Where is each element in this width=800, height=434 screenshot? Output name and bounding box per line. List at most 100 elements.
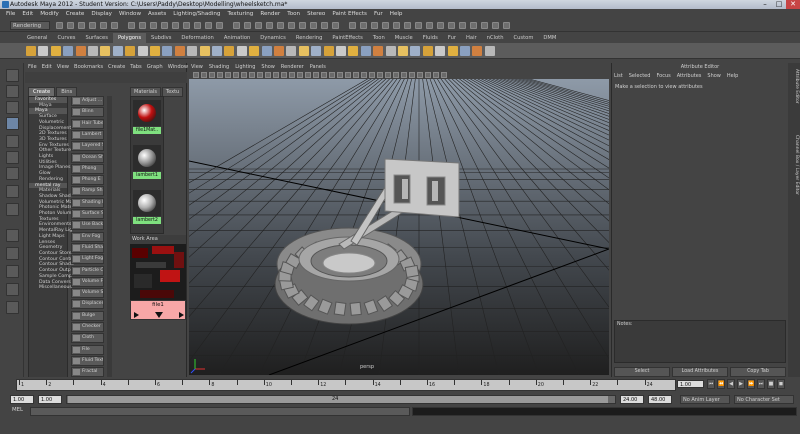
shelf-tool-icon[interactable] (224, 46, 235, 56)
viewport-tool-icon[interactable] (297, 72, 303, 78)
viewport-tool-icon[interactable] (225, 72, 231, 78)
status-tool-icon[interactable] (310, 22, 317, 29)
node-button[interactable]: Shading M (71, 197, 104, 208)
node-button[interactable]: Phong (71, 163, 104, 174)
node-button[interactable]: Layered Sh (71, 141, 104, 152)
shelf-tab-general[interactable]: General (22, 33, 52, 43)
viewport-tool-icon[interactable] (361, 72, 367, 78)
status-tool-icon[interactable] (492, 22, 499, 29)
timeline-bar[interactable]: 1 2 4 6 8 10 12 14 16 18 20 22 24 (16, 379, 676, 391)
status-tool-icon[interactable] (404, 22, 411, 29)
tool-button[interactable] (6, 247, 19, 260)
menu-edit[interactable]: Edit (22, 9, 33, 19)
node-button[interactable]: Env Fog (71, 231, 104, 242)
shelf-tool-icon[interactable] (286, 46, 297, 56)
viewport-tool-icon[interactable] (233, 72, 239, 78)
shelf-tab-subdivs[interactable]: Subdivs (146, 33, 176, 43)
shelf-tool-icon[interactable] (472, 46, 483, 56)
shelf-tool-icon[interactable] (88, 46, 98, 56)
playback-button[interactable]: ⏭ (757, 379, 765, 389)
node-button[interactable]: Adjust ... (71, 96, 104, 106)
menu-painteffects[interactable]: Paint Effects (332, 9, 367, 19)
shelf-tool-icon[interactable] (137, 46, 148, 56)
playback-button[interactable]: ⏩ (747, 379, 755, 389)
status-tool-icon[interactable] (89, 22, 96, 29)
viewport-tool-icon[interactable] (257, 72, 263, 78)
shelf-tool-icon[interactable] (298, 46, 309, 56)
shelf-tab-animation[interactable]: Animation (219, 33, 255, 43)
shelf-tool-icon[interactable] (422, 46, 433, 56)
menu-modify[interactable]: Modify (40, 9, 59, 19)
viewport-tool-icon[interactable] (393, 72, 399, 78)
status-tool-icon[interactable] (139, 22, 146, 29)
attr-menu-selected[interactable]: Selected (629, 72, 651, 81)
shelf-tool-icon[interactable] (38, 46, 49, 56)
viewport-tool-icon[interactable] (433, 72, 439, 78)
file-node[interactable]: file1 (130, 300, 186, 320)
shelf-tab-ncloth[interactable]: nCloth (482, 33, 509, 43)
viewport-tool-icon[interactable] (305, 72, 311, 78)
channel-box-tab[interactable]: Channel Box / Layer Editor (789, 135, 799, 195)
viewport-tool-icon[interactable] (385, 72, 391, 78)
status-tool-icon[interactable] (448, 22, 455, 29)
tool-button[interactable] (6, 117, 19, 130)
viewport-tool-icon[interactable] (417, 72, 423, 78)
node-button[interactable]: Hair Tube (71, 118, 104, 129)
status-tool-icon[interactable] (277, 22, 284, 29)
shelf-tool-icon[interactable] (261, 46, 272, 56)
shelf-tool-icon[interactable] (484, 46, 495, 56)
shelf-tab-deformation[interactable]: Deformation (176, 33, 218, 43)
viewport-tool-icon[interactable] (329, 72, 335, 78)
attr-menu-list[interactable]: List (614, 72, 623, 81)
viewport-tool-icon[interactable] (249, 72, 255, 78)
status-tool-icon[interactable] (205, 22, 212, 29)
status-tool-icon[interactable] (266, 22, 273, 29)
shelf-tab-fur[interactable]: Fur (443, 33, 461, 43)
hypershade-menu-view[interactable]: View (57, 63, 69, 72)
node-button[interactable]: Volume Fog (71, 276, 104, 287)
attr-menu-help[interactable]: Help (727, 72, 738, 81)
viewport-tool-icon[interactable] (409, 72, 415, 78)
tool-button[interactable] (6, 301, 19, 314)
shelf-tool-icon[interactable] (63, 46, 74, 56)
shelf-tab-custom[interactable]: Custom (509, 33, 539, 43)
character-set-dropdown[interactable]: No Character Set (734, 395, 794, 404)
shelf-tool-icon[interactable] (373, 46, 384, 56)
status-tool-icon[interactable] (111, 22, 118, 29)
node-button[interactable]: Bulge (71, 310, 104, 321)
hypershade-menu-edit[interactable]: Edit (42, 63, 52, 72)
node-button[interactable]: Phong E (71, 175, 104, 186)
playback-button[interactable]: ■ (767, 379, 775, 389)
viewport-menu-panels[interactable]: Panels (310, 63, 326, 71)
viewport-menu-view[interactable]: View (191, 63, 203, 71)
node-button[interactable]: Use Backgr (71, 220, 104, 231)
shelf-tab-rendering[interactable]: Rendering (291, 33, 328, 43)
status-tool-icon[interactable] (194, 22, 201, 29)
shelf-tab-toon[interactable]: Toon (368, 33, 390, 43)
hypershade-menu-create[interactable]: Create (108, 63, 125, 72)
status-tool-icon[interactable] (470, 22, 477, 29)
node-button[interactable]: Lambert (71, 129, 104, 140)
tab-textu[interactable]: Textu (161, 87, 184, 97)
menu-toon[interactable]: Toon (287, 9, 300, 19)
status-tool-icon[interactable] (216, 22, 223, 29)
viewport-tool-icon[interactable] (289, 72, 295, 78)
status-tool-icon[interactable] (78, 22, 85, 29)
status-tool-icon[interactable] (349, 22, 356, 29)
viewport-tool-icon[interactable] (377, 72, 383, 78)
viewport-tool-icon[interactable] (281, 72, 287, 78)
shelf-tab-hair[interactable]: Hair (461, 33, 482, 43)
anim-layer-dropdown[interactable]: No Anim Layer (680, 395, 730, 404)
menu-window[interactable]: Window (119, 9, 141, 19)
hypershade-menu-file[interactable]: File (28, 63, 37, 72)
tool-button[interactable] (6, 85, 19, 98)
node-button[interactable]: Surface Sh (71, 209, 104, 219)
shelf-tab-dmm[interactable]: DMM (538, 33, 561, 43)
viewport-tool-icon[interactable] (321, 72, 327, 78)
minimize-button[interactable]: – (758, 0, 772, 9)
hypershade-menu-tabs[interactable]: Tabs (130, 63, 141, 72)
playback-start-field[interactable]: 1.00 (38, 395, 62, 404)
shelf-tool-icon[interactable] (460, 46, 470, 56)
status-tool-icon[interactable] (382, 22, 389, 29)
status-tool-icon[interactable] (437, 22, 444, 29)
